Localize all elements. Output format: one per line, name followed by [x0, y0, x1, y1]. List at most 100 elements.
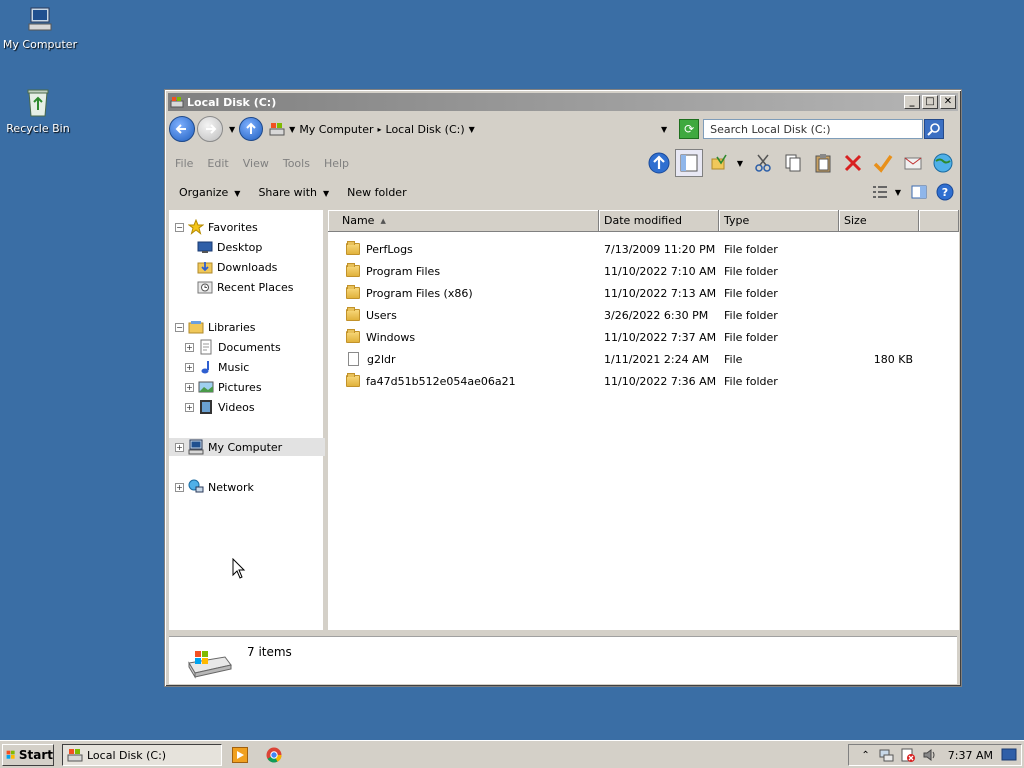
taskbar-item-local-disk[interactable]: Local Disk (C:) [62, 744, 222, 766]
quick-launch-media-player[interactable] [232, 747, 248, 763]
toolbar-up-button[interactable] [645, 149, 673, 177]
collapse-toggle[interactable]: − [175, 222, 184, 232]
breadcrumb-separator[interactable]: ▼ [469, 125, 475, 134]
nav-item-network[interactable]: + Network [169, 478, 325, 496]
paste-button[interactable] [809, 149, 837, 177]
file-name: Users [366, 308, 397, 322]
file-row[interactable]: Program Files 11/10/2022 7:10 AM File fold… [328, 260, 959, 282]
nav-item-downloads[interactable]: Downloads [169, 258, 325, 276]
change-view-button[interactable] [869, 178, 891, 206]
nav-label: Music [218, 360, 250, 374]
recent-pages-dropdown[interactable]: ▼ [229, 125, 235, 134]
nav-item-pictures[interactable]: + Pictures [169, 378, 325, 396]
start-button[interactable]: Start [2, 744, 54, 766]
address-bar[interactable]: ▼ My Computer ▸ Local Disk (C:) ▼ ▼ [267, 118, 674, 140]
column-header-size[interactable]: Size [839, 210, 919, 232]
search-button[interactable] [924, 119, 945, 139]
title-bar[interactable]: Local Disk (C:) _ □ ✕ [168, 93, 958, 111]
file-name: Program Files (x86) [366, 286, 473, 300]
volume-icon[interactable] [922, 747, 938, 763]
drive-icon [170, 97, 184, 108]
action-center-icon[interactable] [900, 747, 916, 763]
properties-button[interactable] [869, 149, 897, 177]
address-history-dropdown[interactable]: ▼ [661, 125, 667, 134]
up-arrow-icon [246, 122, 256, 134]
quick-launch-chrome[interactable] [266, 747, 282, 766]
file-date-cell: 3/26/2022 6:30 PM [604, 308, 709, 322]
file-row[interactable]: Program Files (x86) 11/10/2022 7:13 AM Fil… [328, 282, 959, 304]
desktop-icon-my-computer[interactable]: My Computer [0, 6, 80, 51]
nav-item-videos[interactable]: + Videos [169, 398, 325, 416]
nav-label: My Computer [208, 440, 283, 454]
nav-item-recent-places[interactable]: Recent Places [169, 278, 325, 296]
show-hidden-icons-button[interactable]: ⌃ [861, 750, 869, 761]
file-row[interactable]: Windows 11/10/2022 7:37 AM File folder [328, 326, 959, 348]
close-button[interactable]: ✕ [940, 95, 956, 109]
globe-icon [933, 153, 953, 173]
expand-toggle[interactable]: + [175, 482, 184, 492]
expand-toggle[interactable]: + [185, 382, 194, 392]
breadcrumb-local-disk[interactable]: Local Disk (C:) [386, 123, 465, 136]
file-row[interactable]: fa47d51b512e054ae06a21 11/10/2022 7:36 AM… [328, 370, 959, 392]
folder-icon [346, 307, 360, 321]
maximize-button[interactable]: □ [922, 95, 938, 109]
breadcrumb-separator[interactable]: ▸ [378, 125, 382, 134]
network-tray-icon[interactable] [878, 747, 894, 763]
menu-help[interactable]: Help [324, 157, 349, 170]
file-row[interactable]: g2ldr 1/11/2021 2:24 AM File 180 KB [328, 348, 959, 370]
column-label: Type [724, 214, 750, 227]
minimize-button[interactable]: _ [904, 95, 920, 109]
cut-button[interactable] [749, 149, 777, 177]
share-with-button[interactable]: Share with ▼ [258, 186, 329, 199]
menu-tools[interactable]: Tools [283, 157, 310, 170]
maximize-icon: □ [925, 96, 935, 107]
recent-places-icon [197, 279, 213, 295]
help-button[interactable]: ? [933, 178, 957, 206]
breadcrumb-dropdown[interactable]: ▼ [289, 125, 295, 134]
nav-item-desktop[interactable]: Desktop [169, 238, 325, 256]
delete-button[interactable] [839, 149, 867, 177]
column-header-type[interactable]: Type [719, 210, 839, 232]
nav-item-documents[interactable]: + Documents [169, 338, 325, 356]
menu-file[interactable]: File [175, 157, 193, 170]
globe-button[interactable] [929, 149, 957, 177]
views-button[interactable] [705, 149, 733, 177]
file-row[interactable]: Users 3/26/2022 6:30 PM File folder [328, 304, 959, 326]
new-folder-button[interactable]: New folder [347, 186, 406, 199]
copy-button[interactable] [779, 149, 807, 177]
preview-pane-button[interactable] [907, 178, 931, 206]
search-input[interactable]: Search Local Disk (C:) [703, 119, 924, 139]
nav-item-favorites[interactable]: − Favorites [169, 218, 325, 236]
expand-toggle[interactable]: + [185, 362, 194, 372]
collapse-toggle[interactable]: − [175, 322, 184, 332]
folders-pane-button[interactable] [674, 149, 703, 177]
expand-toggle[interactable]: + [185, 402, 194, 412]
menu-edit[interactable]: Edit [207, 157, 228, 170]
column-header-name[interactable]: Name ▲ [328, 210, 599, 232]
expand-toggle[interactable]: + [185, 342, 194, 352]
clock[interactable]: 7:37 AM [948, 749, 993, 762]
refresh-button[interactable]: ⟳ [679, 119, 700, 139]
up-button[interactable] [239, 117, 264, 141]
file-size-cell [839, 370, 913, 392]
nav-item-music[interactable]: + Music [169, 358, 325, 376]
computer-icon [28, 7, 52, 31]
view-options-dropdown[interactable]: ▼ [895, 188, 901, 197]
menu-view[interactable]: View [243, 157, 269, 170]
nav-item-libraries[interactable]: − Libraries [169, 318, 325, 336]
file-row[interactable]: PerfLogs 7/13/2009 11:20 PM File folder [328, 238, 959, 260]
column-header-date-modified[interactable]: Date modified [599, 210, 719, 232]
expand-toggle[interactable]: + [175, 442, 184, 452]
new-folder-label: New folder [347, 185, 407, 199]
drive-icon [67, 749, 83, 762]
views-dropdown[interactable]: ▼ [737, 159, 743, 168]
breadcrumb-my-computer[interactable]: My Computer [299, 123, 373, 136]
email-button[interactable] [899, 149, 927, 177]
show-desktop-icon[interactable] [1001, 748, 1017, 762]
nav-item-my-computer[interactable]: + My Computer [169, 438, 325, 456]
desktop-icon-recycle-bin[interactable]: Recycle Bin [0, 88, 78, 135]
file-date-cell: 11/10/2022 7:37 AM [604, 330, 717, 344]
forward-button[interactable] [197, 116, 223, 142]
organize-button[interactable]: Organize ▼ [179, 186, 240, 199]
back-button[interactable] [169, 116, 195, 142]
